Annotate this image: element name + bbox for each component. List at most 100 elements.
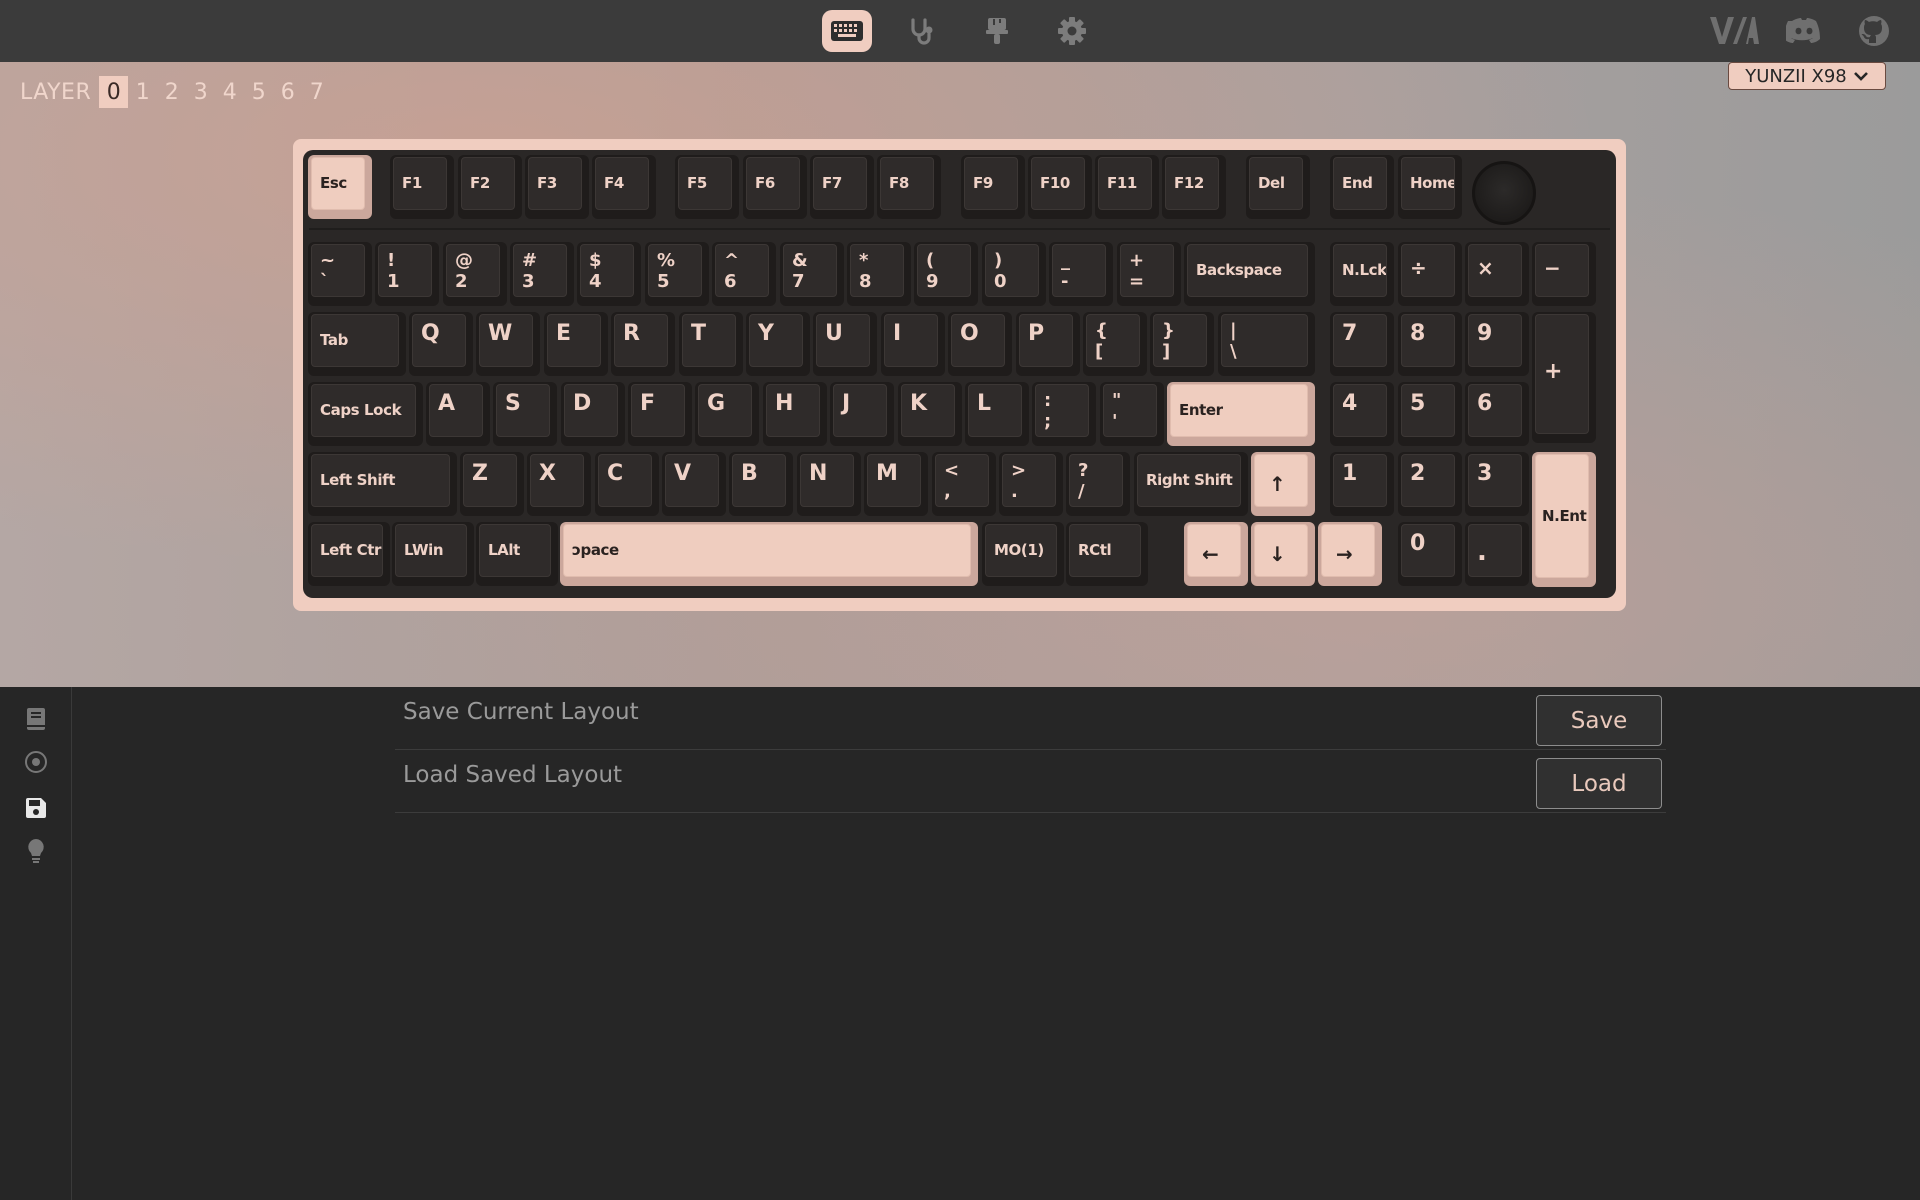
key-kp-minus[interactable]: −	[1532, 242, 1596, 306]
key-kp-dot[interactable]: .	[1465, 522, 1529, 586]
key-r[interactable]: R	[611, 312, 675, 376]
key-lshift[interactable]: Left Shift	[308, 452, 457, 516]
key-n0[interactable]: ) 0	[982, 242, 1046, 306]
key-m[interactable]: M	[864, 452, 928, 516]
key-lalt[interactable]: LAlt	[476, 522, 558, 586]
book-icon[interactable]	[22, 705, 50, 733]
save-icon[interactable]	[22, 794, 50, 822]
key-semi[interactable]: :;	[1032, 382, 1096, 446]
key-x[interactable]: X	[527, 452, 591, 516]
key-l[interactable]: L	[965, 382, 1029, 446]
key-g[interactable]: G	[695, 382, 759, 446]
layer-0-button[interactable]: 0	[99, 76, 129, 108]
key-numlock[interactable]: N.Lck	[1330, 242, 1394, 306]
key-n9[interactable]: (9	[914, 242, 978, 306]
device-select[interactable]: YUNZII X98	[1728, 62, 1886, 90]
gear-icon[interactable]	[1047, 10, 1097, 52]
key-w[interactable]: W	[476, 312, 540, 376]
layer-4-button[interactable]: 4	[215, 76, 244, 108]
key-right[interactable]: →	[1318, 522, 1382, 586]
layer-6-button[interactable]: 6	[273, 76, 302, 108]
key-c[interactable]: C	[595, 452, 659, 516]
key-minus[interactable]: _ -	[1049, 242, 1113, 306]
key-lwin[interactable]: LWin	[392, 522, 474, 586]
key-f11[interactable]: F11	[1095, 155, 1159, 219]
key-slash[interactable]: ? /	[1066, 452, 1130, 516]
layer-1-button[interactable]: 1	[128, 76, 157, 108]
key-t[interactable]: T	[679, 312, 743, 376]
key-kp9[interactable]: 9	[1465, 312, 1529, 376]
key-n4[interactable]: $4	[577, 242, 641, 306]
key-mo1[interactable]: MO(1)	[982, 522, 1064, 586]
key-kp6[interactable]: 6	[1465, 382, 1529, 446]
key-b[interactable]: B	[729, 452, 793, 516]
key-f6[interactable]: F6	[743, 155, 807, 219]
key-kp-mul[interactable]: ×	[1465, 242, 1529, 306]
key-esc[interactable]: Esc	[308, 155, 372, 219]
key-grave[interactable]: ~ `	[308, 242, 372, 306]
save-button[interactable]: Save	[1536, 695, 1662, 746]
key-kp0[interactable]: 0	[1398, 522, 1462, 586]
key-kp-enter[interactable]: N.Ent	[1532, 452, 1596, 587]
target-icon[interactable]	[22, 748, 50, 776]
layer-2-button[interactable]: 2	[157, 76, 186, 108]
key-kp8[interactable]: 8	[1398, 312, 1462, 376]
key-v[interactable]: V	[662, 452, 726, 516]
key-end[interactable]: End	[1330, 155, 1394, 219]
key-f7[interactable]: F7	[810, 155, 874, 219]
key-n7[interactable]: & 7	[780, 242, 844, 306]
key-enter[interactable]: Enter	[1167, 382, 1315, 446]
key-f1[interactable]: F1	[390, 155, 454, 219]
key-s[interactable]: S	[493, 382, 557, 446]
key-space[interactable]: ɔpace	[560, 522, 978, 586]
key-p[interactable]: P	[1016, 312, 1080, 376]
key-equal[interactable]: + =	[1117, 242, 1181, 306]
key-del[interactable]: Del	[1246, 155, 1310, 219]
key-f5[interactable]: F5	[675, 155, 739, 219]
layer-5-button[interactable]: 5	[244, 76, 273, 108]
key-y[interactable]: Y	[746, 312, 810, 376]
key-home[interactable]: Home	[1398, 155, 1462, 219]
key-kp7[interactable]: 7	[1330, 312, 1394, 376]
key-rbracket[interactable]: }]	[1150, 312, 1214, 376]
key-kp3[interactable]: 3	[1465, 452, 1529, 516]
key-tab[interactable]: Tab	[308, 312, 406, 376]
key-f10[interactable]: F10	[1028, 155, 1092, 219]
key-f4[interactable]: F4	[592, 155, 656, 219]
key-down[interactable]: ↓	[1251, 522, 1315, 586]
key-a[interactable]: A	[426, 382, 490, 446]
key-quote[interactable]: " '	[1100, 382, 1164, 446]
layer-7-button[interactable]: 7	[302, 76, 331, 108]
key-n5[interactable]: % 5	[645, 242, 709, 306]
load-button[interactable]: Load	[1536, 758, 1662, 809]
key-kp5[interactable]: 5	[1398, 382, 1462, 446]
key-z[interactable]: Z	[460, 452, 524, 516]
key-n6[interactable]: ^ 6	[712, 242, 776, 306]
key-caps[interactable]: Caps Lock	[308, 382, 423, 446]
key-comma[interactable]: <,	[932, 452, 996, 516]
key-backspace[interactable]: Backspace	[1184, 242, 1315, 306]
key-d[interactable]: D	[561, 382, 625, 446]
keyboard-icon[interactable]	[822, 10, 872, 52]
key-f8[interactable]: F8	[877, 155, 941, 219]
key-n[interactable]: N	[797, 452, 861, 516]
key-kp2[interactable]: 2	[1398, 452, 1462, 516]
key-kp1[interactable]: 1	[1330, 452, 1394, 516]
key-f12[interactable]: F12	[1162, 155, 1226, 219]
lightbulb-icon[interactable]	[22, 837, 50, 865]
key-f9[interactable]: F9	[961, 155, 1025, 219]
key-i[interactable]: I	[881, 312, 945, 376]
key-n1[interactable]: ! 1	[375, 242, 439, 306]
key-n2[interactable]: @2	[443, 242, 507, 306]
key-h[interactable]: H	[763, 382, 827, 446]
key-bslash[interactable]: | \	[1218, 312, 1315, 376]
github-icon[interactable]	[1858, 15, 1890, 52]
key-e[interactable]: E	[544, 312, 608, 376]
key-rshift[interactable]: Right Shift	[1134, 452, 1248, 516]
key-f3[interactable]: F3	[525, 155, 589, 219]
key-dot[interactable]: >.	[999, 452, 1063, 516]
rotary-knob[interactable]	[1472, 161, 1536, 225]
key-k[interactable]: K	[898, 382, 962, 446]
key-f[interactable]: F	[628, 382, 692, 446]
layer-3-button[interactable]: 3	[186, 76, 215, 108]
